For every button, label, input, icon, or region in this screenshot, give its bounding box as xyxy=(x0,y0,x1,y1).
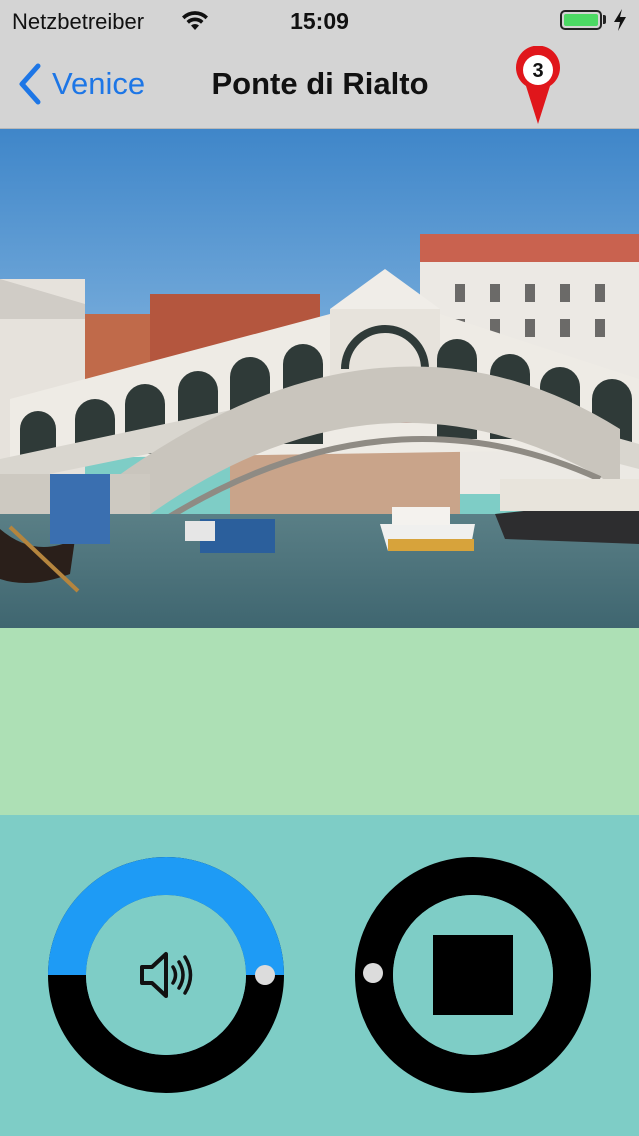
volume-knob[interactable] xyxy=(255,965,275,985)
top-bar: Netzbetreiber 15:09 Venice Ponte di Rial… xyxy=(0,0,639,129)
back-button[interactable]: Venice xyxy=(16,62,145,106)
stop-button[interactable] xyxy=(353,855,593,1095)
battery-tip xyxy=(603,15,606,24)
battery-icon xyxy=(560,10,602,30)
charging-bolt-icon xyxy=(614,9,626,31)
page-title: Ponte di Rialto xyxy=(211,66,429,101)
audio-controls xyxy=(0,815,639,1136)
map-pin-number: 3 xyxy=(532,60,543,82)
volume-dial[interactable] xyxy=(46,855,286,1095)
stop-icon xyxy=(433,935,513,1015)
info-band xyxy=(0,628,639,815)
progress-knob[interactable] xyxy=(363,963,383,983)
landmark-photo xyxy=(0,129,639,628)
status-time: 15:09 xyxy=(290,8,349,34)
map-pin-icon[interactable]: 3 xyxy=(514,46,562,126)
back-button-label: Venice xyxy=(52,66,146,101)
chevron-left-icon xyxy=(19,63,41,105)
